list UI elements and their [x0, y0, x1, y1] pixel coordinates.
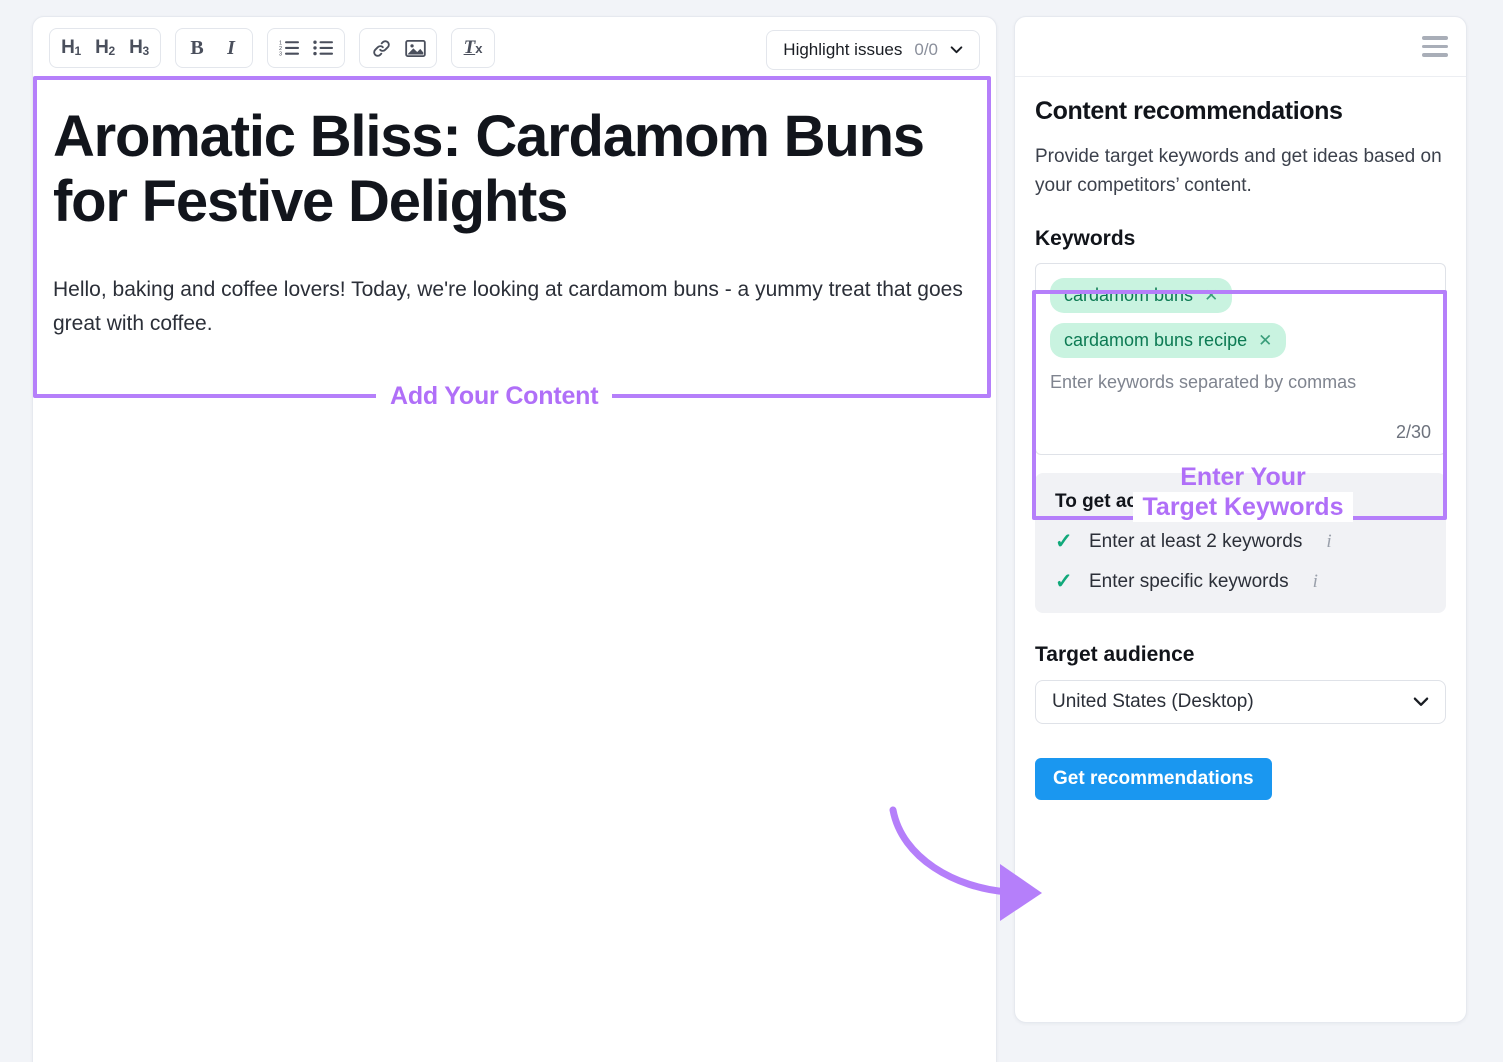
- app-root: H1 H2 H3 B I 1 2 3 Tx Highlight issues 0…: [0, 0, 1503, 1062]
- get-recommendations-button[interactable]: Get recommendations: [1035, 757, 1272, 800]
- remove-keyword-icon[interactable]: ✕: [1204, 287, 1218, 304]
- h2-sub: 2: [108, 44, 116, 58]
- editor-panel: H1 H2 H3 B I 1 2 3 Tx Highlight issues 0…: [32, 16, 997, 1062]
- highlight-issues-count: 0/0: [914, 40, 938, 59]
- ordered-list-button[interactable]: 1 2 3: [272, 31, 306, 65]
- clear-format-x: x: [475, 41, 483, 56]
- heading-3-button[interactable]: H3: [122, 31, 156, 65]
- chevron-down-icon: [1413, 697, 1429, 706]
- bullet-list-button[interactable]: [306, 31, 340, 65]
- bullet-list-icon: [313, 40, 333, 56]
- image-icon: [404, 39, 426, 57]
- tip-label: Enter at least 2 keywords: [1089, 530, 1303, 552]
- tip-item: ✓ Enter specific keywords i: [1055, 571, 1426, 593]
- link-icon: [372, 39, 390, 57]
- document-editor-area[interactable]: Aromatic Bliss: Cardamom Buns for Festiv…: [33, 79, 996, 341]
- keyword-tag-label: cardamom buns recipe: [1064, 329, 1248, 350]
- h2-label: H: [95, 37, 109, 58]
- panel-title: Content recommendations: [1035, 97, 1343, 125]
- keywords-placeholder-hint: Enter keywords separated by commas: [1050, 371, 1357, 392]
- h3-sub: 3: [142, 44, 150, 58]
- bold-icon: B: [190, 36, 204, 59]
- svg-text:3: 3: [279, 52, 282, 58]
- panel-header: [1015, 17, 1466, 77]
- tip-label: Enter specific keywords: [1089, 570, 1289, 592]
- remove-keyword-icon[interactable]: ✕: [1258, 332, 1272, 349]
- h3-label: H: [129, 37, 143, 58]
- clear-format-letter: T: [463, 37, 476, 58]
- target-audience-select[interactable]: United States (Desktop): [1035, 679, 1446, 724]
- check-icon: ✓: [1055, 530, 1073, 554]
- annotation-label-add-content: Add Your Content: [376, 382, 613, 411]
- heading-2-button[interactable]: H2: [88, 31, 122, 65]
- keywords-counter: 2/30: [1395, 421, 1431, 442]
- keywords-heading: Keywords: [1035, 226, 1136, 250]
- keywords-input-box[interactable]: cardamom buns ✕ cardamom buns recipe ✕ E…: [1035, 262, 1446, 455]
- panel-body: Content recommendations Provide target k…: [1015, 77, 1466, 800]
- hamburger-menu-icon[interactable]: [1422, 36, 1448, 57]
- insert-image-button[interactable]: [398, 31, 432, 65]
- highlight-issues-dropdown[interactable]: Highlight issues 0/0: [766, 30, 980, 70]
- chevron-down-icon: [950, 46, 963, 54]
- insert-link-button[interactable]: [364, 31, 398, 65]
- highlight-issues-label: Highlight issues: [783, 40, 903, 59]
- insert-group: [359, 28, 437, 68]
- italic-icon: I: [227, 36, 235, 59]
- bold-button[interactable]: B: [180, 31, 214, 65]
- check-icon: ✓: [1055, 570, 1073, 594]
- annotation-keywords-line2: Target Keywords: [1132, 492, 1354, 522]
- keyword-tag: cardamom buns ✕: [1050, 277, 1233, 313]
- clear-formatting-icon: Tx: [464, 37, 483, 59]
- editor-toolbar: H1 H2 H3 B I 1 2 3 Tx Highlight issues 0…: [33, 17, 996, 79]
- panel-description: Provide target keywords and get ideas ba…: [1035, 146, 1442, 196]
- target-audience-heading: Target audience: [1035, 642, 1195, 666]
- ordered-list-icon: 1 2 3: [279, 41, 299, 58]
- annotation-keywords-line1: Enter Your: [1180, 463, 1306, 491]
- text-style-group: B I: [175, 28, 253, 68]
- h1-sub: 1: [74, 44, 82, 58]
- h1-label: H: [61, 37, 75, 58]
- tip-item: ✓ Enter at least 2 keywords i: [1055, 531, 1426, 553]
- document-title[interactable]: Aromatic Bliss: Cardamom Buns for Festiv…: [53, 104, 976, 235]
- document-paragraph[interactable]: Hello, baking and coffee lovers! Today, …: [53, 273, 976, 341]
- target-audience-value: United States (Desktop): [1052, 690, 1254, 712]
- list-group: 1 2 3: [267, 28, 345, 68]
- italic-button[interactable]: I: [214, 31, 248, 65]
- clear-formatting-button[interactable]: Tx: [456, 31, 490, 65]
- keyword-tag: cardamom buns recipe ✕: [1050, 322, 1287, 358]
- info-icon[interactable]: i: [1326, 531, 1331, 553]
- heading-button-group: H1 H2 H3: [49, 28, 161, 68]
- info-icon[interactable]: i: [1313, 571, 1318, 593]
- keyword-tag-label: cardamom buns: [1064, 284, 1194, 305]
- heading-1-button[interactable]: H1: [54, 31, 88, 65]
- annotation-label-keywords: Enter Your Target Keywords: [1113, 462, 1373, 522]
- clear-format-group: Tx: [451, 28, 495, 68]
